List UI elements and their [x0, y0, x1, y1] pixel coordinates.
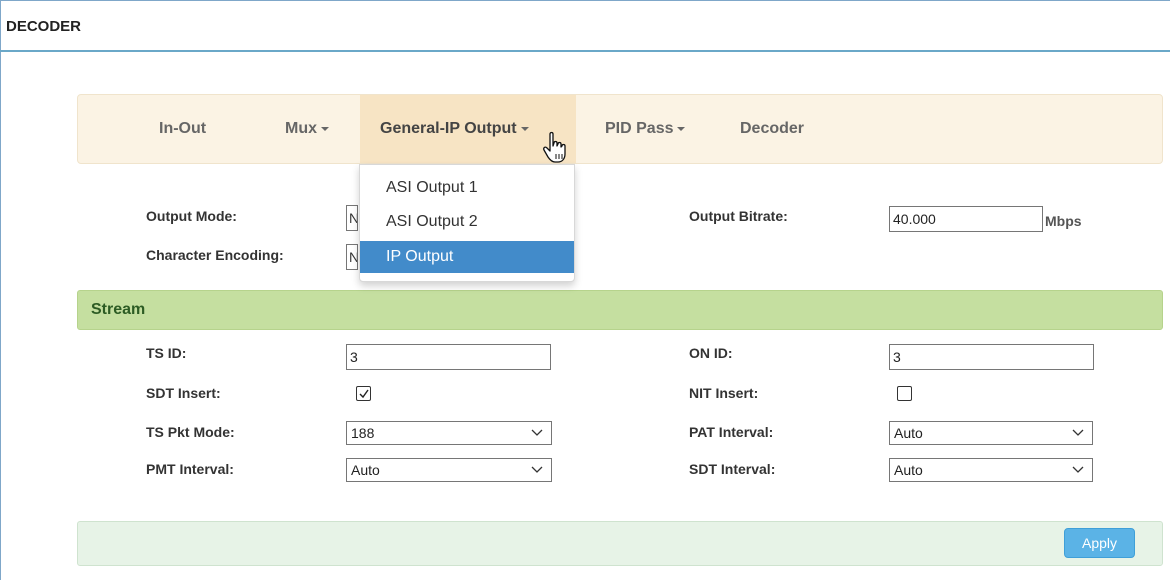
- output-mode-select[interactable]: N: [346, 205, 358, 231]
- output-mode-label: Output Mode:: [146, 208, 237, 224]
- footer-bar: Apply: [77, 521, 1163, 566]
- sdt-interval-select[interactable]: Auto: [889, 458, 1093, 482]
- nav-item-label: Decoder: [740, 120, 805, 137]
- ts-id-label: TS ID:: [146, 345, 187, 361]
- hand-pointer-icon: [543, 131, 566, 163]
- chevron-down-icon: [531, 429, 543, 436]
- character-encoding-label: Character Encoding:: [146, 247, 284, 263]
- general-ip-output-menu: ASI Output 1 ASI Output 2 IP Output: [359, 164, 575, 282]
- ts-pkt-mode-select[interactable]: 188: [346, 421, 552, 445]
- output-bitrate-label: Output Bitrate:: [689, 208, 788, 224]
- nav-item-mux[interactable]: Mux: [285, 95, 329, 163]
- character-encoding-value: N: [349, 249, 357, 265]
- nav-item-label: Mux: [285, 120, 317, 137]
- ts-pkt-mode-label: TS Pkt Mode:: [146, 424, 235, 440]
- output-bitrate-input[interactable]: [889, 206, 1043, 232]
- on-id-input[interactable]: [889, 344, 1094, 370]
- pat-interval-value: Auto: [894, 425, 923, 441]
- menu-item-asi-output-2[interactable]: ASI Output 2: [360, 206, 574, 238]
- ts-pkt-mode-value: 188: [351, 425, 375, 441]
- caret-down-icon: [520, 126, 529, 131]
- nit-insert-checkbox[interactable]: [897, 386, 912, 401]
- menu-item-asi-output-1[interactable]: ASI Output 1: [360, 172, 574, 204]
- character-encoding-select[interactable]: N: [346, 244, 358, 270]
- nav-item-in-out[interactable]: In-Out: [159, 95, 206, 163]
- chevron-down-icon: [1072, 466, 1084, 473]
- page-title: DECODER: [6, 18, 82, 35]
- navbar: In-Out Mux General-IP Output PID Pass De…: [77, 94, 1163, 164]
- nav-item-pid-pass[interactable]: PID Pass: [605, 95, 686, 163]
- output-mode-value: N: [349, 210, 357, 226]
- pmt-interval-select[interactable]: Auto: [346, 458, 552, 482]
- nav-item-label: General-IP Output: [380, 120, 517, 137]
- sdt-interval-label: SDT Interval:: [689, 461, 776, 477]
- caret-down-icon: [321, 126, 329, 131]
- nav-item-label: PID Pass: [605, 120, 674, 137]
- pmt-interval-label: PMT Interval:: [146, 461, 234, 477]
- checkmark-icon: [359, 389, 369, 399]
- sdt-insert-label: SDT Insert:: [146, 385, 221, 401]
- chevron-down-icon: [1072, 429, 1084, 436]
- sdt-interval-value: Auto: [894, 462, 923, 478]
- pat-interval-label: PAT Interval:: [689, 424, 774, 440]
- caret-down-icon: [677, 126, 686, 131]
- menu-item-ip-output[interactable]: IP Output: [360, 241, 574, 273]
- pat-interval-select[interactable]: Auto: [889, 421, 1093, 445]
- title-bar: DECODER: [0, 0, 1170, 52]
- nav-item-decoder[interactable]: Decoder: [740, 95, 804, 163]
- apply-button[interactable]: Apply: [1064, 528, 1135, 558]
- nit-insert-label: NIT Insert:: [689, 385, 759, 401]
- on-id-label: ON ID:: [689, 345, 733, 361]
- stream-section-header: Stream: [77, 290, 1163, 330]
- chevron-down-icon: [531, 466, 543, 473]
- sdt-insert-checkbox[interactable]: [356, 386, 371, 401]
- ts-id-input[interactable]: [346, 344, 551, 370]
- nav-item-label: In-Out: [159, 120, 207, 137]
- stream-section-title: Stream: [91, 301, 146, 318]
- bitrate-unit: Mbps: [1045, 213, 1082, 229]
- pmt-interval-value: Auto: [351, 462, 380, 478]
